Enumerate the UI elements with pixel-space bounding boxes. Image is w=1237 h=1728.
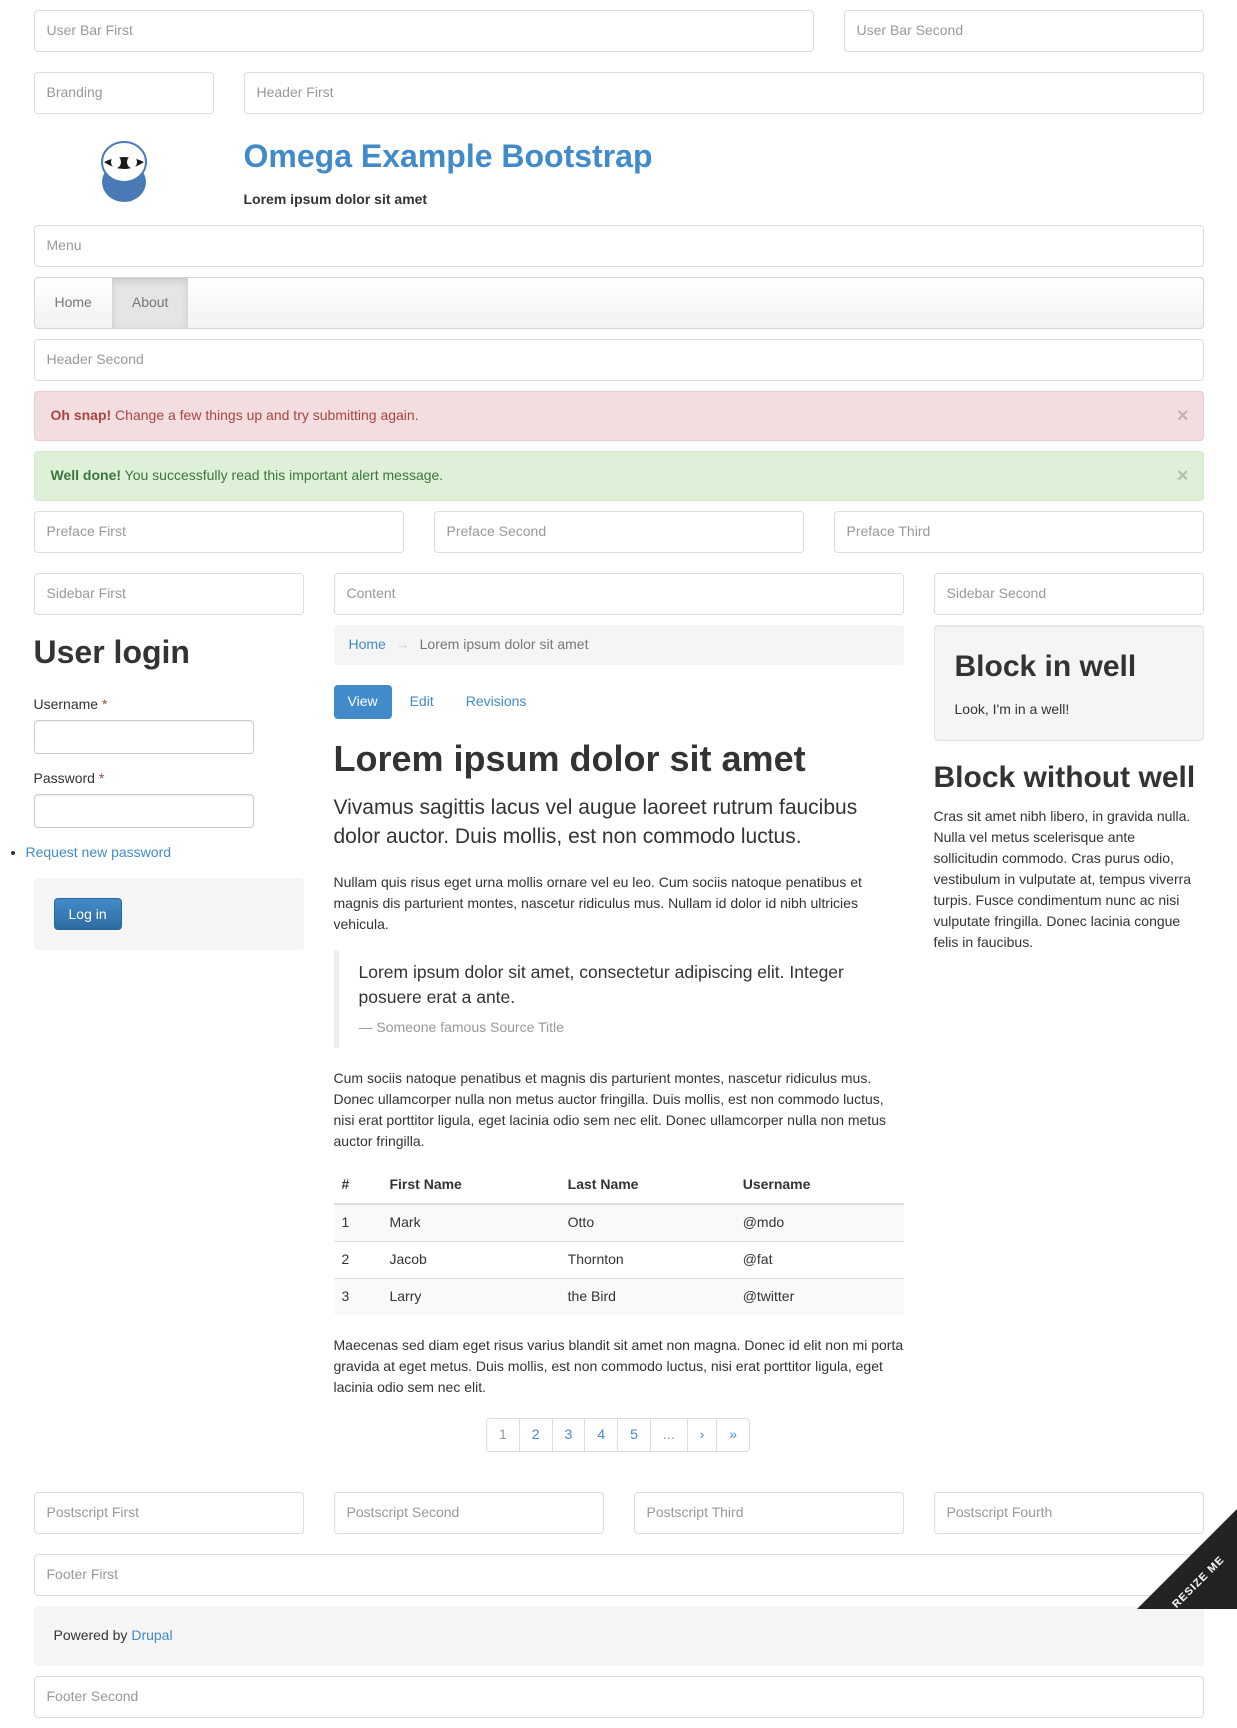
page-3[interactable]: 3 bbox=[552, 1418, 586, 1452]
alert-success-strong: Well done! bbox=[51, 467, 122, 483]
region-postscript-third: Postscript Third bbox=[634, 1492, 904, 1534]
alert-error: Oh snap! Change a few things up and try … bbox=[34, 391, 1204, 441]
plain-block: Block without well Cras sit amet nibh li… bbox=[934, 761, 1204, 953]
page-dots: ... bbox=[650, 1418, 688, 1452]
breadcrumb-home[interactable]: Home bbox=[349, 636, 386, 652]
table-row: 3 Larry the Bird @twitter bbox=[334, 1278, 904, 1314]
blockquote-cite: Someone famous Source Title bbox=[359, 1018, 884, 1038]
page-next[interactable]: › bbox=[687, 1418, 718, 1452]
footer-powered: Powered by Drupal bbox=[34, 1606, 1204, 1666]
data-table: # First Name Last Name Username 1 Mark O… bbox=[334, 1167, 904, 1315]
plain-block-text: Cras sit amet nibh libero, in gravida nu… bbox=[934, 806, 1204, 953]
region-preface-second: Preface Second bbox=[434, 511, 804, 553]
breadcrumb: Home → Lorem ipsum dolor sit amet bbox=[334, 625, 904, 665]
tab-revisions[interactable]: Revisions bbox=[452, 685, 541, 719]
region-preface-first: Preface First bbox=[34, 511, 404, 553]
th-user: Username bbox=[735, 1167, 904, 1204]
request-password-link[interactable]: Request new password bbox=[26, 844, 172, 860]
alert-error-strong: Oh snap! bbox=[51, 407, 112, 423]
site-logo[interactable] bbox=[89, 134, 159, 204]
login-button[interactable]: Log in bbox=[54, 898, 122, 930]
username-label: Username * bbox=[34, 695, 304, 715]
pagination: 1 2 3 4 5 ... › » bbox=[334, 1418, 904, 1452]
region-header-first: Header First bbox=[244, 72, 1204, 114]
region-footer-first: Footer First bbox=[34, 1554, 1204, 1596]
alert-success-text: You successfully read this important ale… bbox=[121, 467, 443, 483]
local-tabs: View Edit Revisions bbox=[334, 685, 904, 719]
tab-edit[interactable]: Edit bbox=[396, 685, 448, 719]
region-content: Content bbox=[334, 573, 904, 615]
page-5[interactable]: 5 bbox=[617, 1418, 651, 1452]
password-label: Password * bbox=[34, 769, 304, 789]
close-icon[interactable]: × bbox=[1177, 462, 1189, 491]
table-row: 2 Jacob Thornton @fat bbox=[334, 1241, 904, 1278]
drupal-link[interactable]: Drupal bbox=[131, 1627, 172, 1643]
site-slogan: Lorem ipsum dolor sit amet bbox=[244, 190, 1204, 210]
region-preface-third: Preface Third bbox=[834, 511, 1204, 553]
alert-success: Well done! You successfully read this im… bbox=[34, 451, 1204, 501]
region-menu: Menu bbox=[34, 225, 1204, 267]
region-postscript-second: Postscript Second bbox=[334, 1492, 604, 1534]
article-p1: Nullam quis risus eget urna mollis ornar… bbox=[334, 872, 904, 935]
well-block-text: Look, I'm in a well! bbox=[955, 700, 1183, 720]
region-user-bar-first: User Bar First bbox=[34, 10, 814, 52]
password-field[interactable] bbox=[34, 794, 254, 828]
region-user-bar-second: User Bar Second bbox=[844, 10, 1204, 52]
th-first: First Name bbox=[381, 1167, 559, 1204]
tab-view[interactable]: View bbox=[334, 685, 392, 719]
breadcrumb-sep: → bbox=[396, 636, 410, 652]
page-4[interactable]: 4 bbox=[584, 1418, 618, 1452]
nav-home[interactable]: Home bbox=[35, 278, 112, 328]
region-postscript-first: Postscript First bbox=[34, 1492, 304, 1534]
alert-error-text: Change a few things up and try submittin… bbox=[111, 407, 418, 423]
region-branding: Branding bbox=[34, 72, 214, 114]
breadcrumb-current: Lorem ipsum dolor sit amet bbox=[420, 636, 589, 652]
username-field[interactable] bbox=[34, 720, 254, 754]
region-sidebar-first: Sidebar First bbox=[34, 573, 304, 615]
page-last[interactable]: » bbox=[716, 1418, 750, 1452]
page-2[interactable]: 2 bbox=[519, 1418, 553, 1452]
powered-prefix: Powered by bbox=[54, 1627, 132, 1643]
table-row: 1 Mark Otto @mdo bbox=[334, 1204, 904, 1241]
blockquote-text: Lorem ipsum dolor sit amet, consectetur … bbox=[359, 960, 884, 1010]
article-p3: Maecenas sed diam eget risus varius blan… bbox=[334, 1335, 904, 1398]
th-num: # bbox=[334, 1167, 382, 1204]
blockquote: Lorem ipsum dolor sit amet, consectetur … bbox=[334, 950, 904, 1048]
page-1: 1 bbox=[486, 1418, 520, 1452]
article-lead: Vivamus sagittis lacus vel augue laoreet… bbox=[334, 793, 904, 852]
page-title: Lorem ipsum dolor sit amet bbox=[334, 739, 904, 779]
nav-about[interactable]: About bbox=[112, 278, 189, 328]
close-icon[interactable]: × bbox=[1177, 402, 1189, 431]
site-name-link[interactable]: Omega Example Bootstrap bbox=[244, 134, 653, 180]
well-block-title: Block in well bbox=[955, 646, 1183, 689]
plain-block-title: Block without well bbox=[934, 761, 1204, 794]
user-login-title: User login bbox=[34, 630, 304, 676]
region-sidebar-second: Sidebar Second bbox=[934, 573, 1204, 615]
region-header-second: Header Second bbox=[34, 339, 1204, 381]
region-footer-second: Footer Second bbox=[34, 1676, 1204, 1718]
main-nav: Home About bbox=[34, 277, 1204, 329]
article-p2: Cum sociis natoque penatibus et magnis d… bbox=[334, 1068, 904, 1152]
th-last: Last Name bbox=[560, 1167, 735, 1204]
well-block: Block in well Look, I'm in a well! bbox=[934, 625, 1204, 742]
